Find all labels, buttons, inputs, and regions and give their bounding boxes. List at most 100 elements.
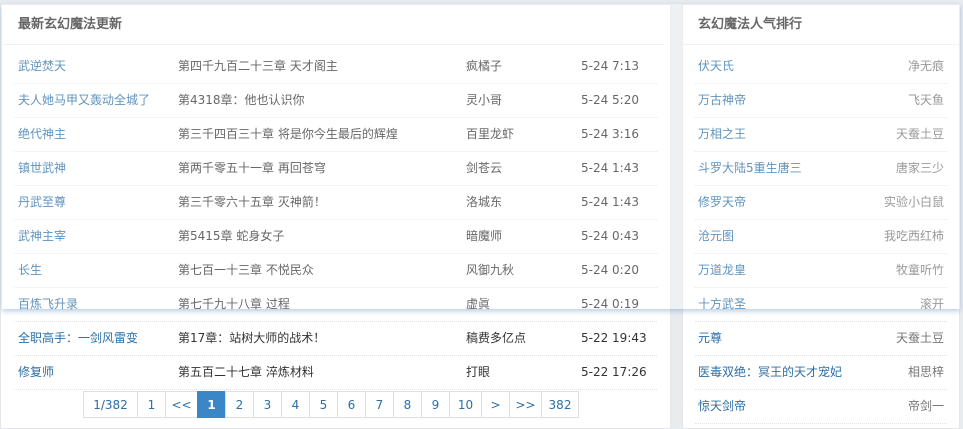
chapter-link[interactable]: 第四千九百二十三章 天才阁主 — [178, 50, 338, 83]
update-time: 5-24 1:43 — [581, 195, 639, 209]
update-time: 5-22 17:26 — [581, 365, 647, 379]
list-item: 元尊 天蚕土豆 — [695, 322, 947, 356]
ranking-book-link[interactable]: 十方武圣 — [698, 288, 746, 321]
latest-updates-list: 武逆焚天 第四千九百二十三章 天才阁主 疯橘子 5-24 7:13 夫人她马甲又轰动全城… — [14, 50, 657, 390]
list-item: 修罗天帝 实验小白鼠 — [695, 186, 947, 220]
ranking-book-link[interactable]: 元尊 — [698, 322, 722, 355]
author-name: 虚眞 — [466, 297, 491, 311]
update-time: 5-24 1:43 — [581, 161, 639, 175]
page-button[interactable]: 10 — [449, 391, 482, 418]
ranking-author-name: 飞天鱼 — [907, 93, 944, 107]
ranking-author-name: 天蚕土豆 — [895, 127, 944, 141]
book-title-link[interactable]: 百炼飞升录 — [18, 288, 78, 321]
page-button[interactable]: 9 — [421, 391, 450, 418]
latest-updates-panel: 最新玄幻魔法更新 武逆焚天 第四千九百二十三章 天才阁主 疯橘子 5-24 7:13 夫… — [0, 4, 671, 429]
chapter-link[interactable]: 第4318章：他也认识你 — [178, 84, 305, 117]
popularity-ranking-list: 伏天氏 净无痕 万古神帝 飞天鱼 万相之王 天蚕土豆 斗罗大陆5重生唐三 唐家三少 修罗天帝 实验… — [695, 50, 947, 424]
page-button[interactable]: > — [481, 391, 510, 418]
update-time: 5-24 0:43 — [581, 229, 639, 243]
ranking-book-link[interactable]: 斗罗大陆5重生唐三 — [698, 152, 802, 185]
page-indicator: 1/382 — [83, 391, 138, 418]
book-title-link[interactable]: 修复师 — [18, 356, 54, 389]
table-row: 镇世武神 第两千零五十一章 再回苍穹 剑苍云 5-24 1:43 — [14, 152, 657, 186]
list-item: 医毒双绝：冥王的天才宠妃 相思梓 — [695, 356, 947, 390]
book-title-link[interactable]: 长生 — [18, 254, 42, 287]
chapter-link[interactable]: 第七千九十八章 过程 — [178, 288, 290, 321]
popularity-ranking-panel: 玄幻魔法人气排行 伏天氏 净无痕 万古神帝 飞天鱼 万相之王 天蚕土豆 斗罗大陆5重生唐三唐… — [682, 4, 960, 429]
ranking-author-name: 滚开 — [919, 297, 944, 311]
update-time: 5-24 5:20 — [581, 93, 639, 107]
page-button[interactable]: 7 — [365, 391, 394, 418]
ranking-book-link[interactable]: 修罗天帝 — [698, 186, 746, 219]
ranking-author-name: 相思梓 — [907, 365, 944, 379]
ranking-book-link[interactable]: 沧元图 — [698, 220, 734, 253]
page-button[interactable]: 1 — [137, 391, 166, 418]
chapter-link[interactable]: 第17章：站树大师的战术！ — [178, 322, 325, 355]
update-time: 5-22 19:43 — [581, 331, 647, 345]
table-row: 武神主宰 第5415章 蛇身女子 暗魔师 5-24 0:43 — [14, 220, 657, 254]
page-button[interactable]: 6 — [337, 391, 366, 418]
ranking-author-name: 净无痕 — [907, 59, 944, 73]
current-page-button[interactable]: 1 — [197, 391, 226, 418]
page-button[interactable]: 3 — [253, 391, 282, 418]
ranking-book-link[interactable]: 万道龙皇 — [698, 254, 746, 287]
popularity-ranking-title: 玄幻魔法人气排行 — [683, 5, 959, 45]
table-row: 夫人她马甲又轰动全城了 第4318章：他也认识你 灵小哥 5-24 5:20 — [14, 84, 657, 118]
latest-updates-title: 最新玄幻魔法更新 — [3, 5, 664, 45]
page-button[interactable]: 5 — [309, 391, 338, 418]
table-row: 修复师 第五百二十七章 淬炼材料 打眼 5-22 17:26 — [14, 356, 657, 390]
table-row: 百炼飞升录 第七千九十八章 过程 虚眞 5-24 0:19 — [14, 288, 657, 322]
table-row: 丹武至尊 第三千零六十五章 灭神箭！ 洛城东 5-24 1:43 — [14, 186, 657, 220]
page-button[interactable]: 2 — [225, 391, 254, 418]
ranking-author-name: 唐家三少 — [895, 161, 944, 175]
update-time: 5-24 7:13 — [581, 59, 639, 73]
book-title-link[interactable]: 夫人她马甲又轰动全城了 — [18, 84, 150, 117]
list-item: 伏天氏 净无痕 — [695, 50, 947, 84]
table-row: 全职高手：一剑风雷变 第17章：站树大师的战术！ 稿费多亿点 5-22 19:43 — [14, 322, 657, 356]
update-time: 5-24 0:19 — [581, 297, 639, 311]
author-name: 风御九秋 — [466, 263, 515, 277]
ranking-author-name: 天蚕土豆 — [895, 331, 944, 345]
update-time: 5-24 3:16 — [581, 127, 639, 141]
book-title-link[interactable]: 武逆焚天 — [18, 50, 66, 83]
page-button[interactable]: 4 — [281, 391, 310, 418]
author-name: 稿费多亿点 — [466, 331, 527, 345]
list-item: 万道龙皇 牧童听竹 — [695, 254, 947, 288]
author-name: 剑苍云 — [466, 161, 503, 175]
ranking-book-link[interactable]: 万古神帝 — [698, 84, 746, 117]
chapter-link[interactable]: 第两千零五十一章 再回苍穹 — [178, 152, 326, 185]
list-item: 万古神帝 飞天鱼 — [695, 84, 947, 118]
list-item: 十方武圣 滚开 — [695, 288, 947, 322]
page-button[interactable]: 8 — [393, 391, 422, 418]
book-title-link[interactable]: 武神主宰 — [18, 220, 66, 253]
ranking-author-name: 实验小白鼠 — [883, 195, 944, 209]
list-item: 斗罗大陆5重生唐三 唐家三少 — [695, 152, 947, 186]
author-name: 疯橘子 — [466, 59, 503, 73]
chapter-link[interactable]: 第三千四百三十章 将是你今生最后的辉煌 — [178, 118, 398, 151]
chapter-link[interactable]: 第七百一十三章 不悦民众 — [178, 254, 314, 287]
book-title-link[interactable]: 镇世武神 — [18, 152, 66, 185]
book-title-link[interactable]: 丹武至尊 — [18, 186, 66, 219]
update-time: 5-24 0:20 — [581, 263, 639, 277]
ranking-author-name: 我吃西红柿 — [883, 229, 944, 243]
page-button[interactable]: << — [165, 391, 198, 418]
author-name: 洛城东 — [466, 195, 503, 209]
chapter-link[interactable]: 第5415章 蛇身女子 — [178, 220, 284, 253]
author-name: 暗魔师 — [466, 229, 503, 243]
author-name: 灵小哥 — [466, 93, 503, 107]
table-row: 长生 第七百一十三章 不悦民众 风御九秋 5-24 0:20 — [14, 254, 657, 288]
chapter-link[interactable]: 第三千零六十五章 灭神箭！ — [178, 186, 326, 219]
page-button[interactable]: 382 — [541, 391, 579, 418]
ranking-book-link[interactable]: 惊天剑帝 — [698, 390, 746, 423]
page-button[interactable]: >> — [509, 391, 542, 418]
book-title-link[interactable]: 全职高手：一剑风雷变 — [18, 322, 138, 355]
list-item: 沧元图 我吃西红柿 — [695, 220, 947, 254]
table-row: 武逆焚天 第四千九百二十三章 天才阁主 疯橘子 5-24 7:13 — [14, 50, 657, 84]
list-item: 万相之王 天蚕土豆 — [695, 118, 947, 152]
ranking-author-name: 帝剑一 — [907, 399, 944, 413]
ranking-book-link[interactable]: 伏天氏 — [698, 50, 734, 83]
book-title-link[interactable]: 绝代神主 — [18, 118, 66, 151]
ranking-book-link[interactable]: 医毒双绝：冥王的天才宠妃 — [698, 356, 842, 389]
chapter-link[interactable]: 第五百二十七章 淬炼材料 — [178, 356, 314, 389]
ranking-book-link[interactable]: 万相之王 — [698, 118, 746, 151]
